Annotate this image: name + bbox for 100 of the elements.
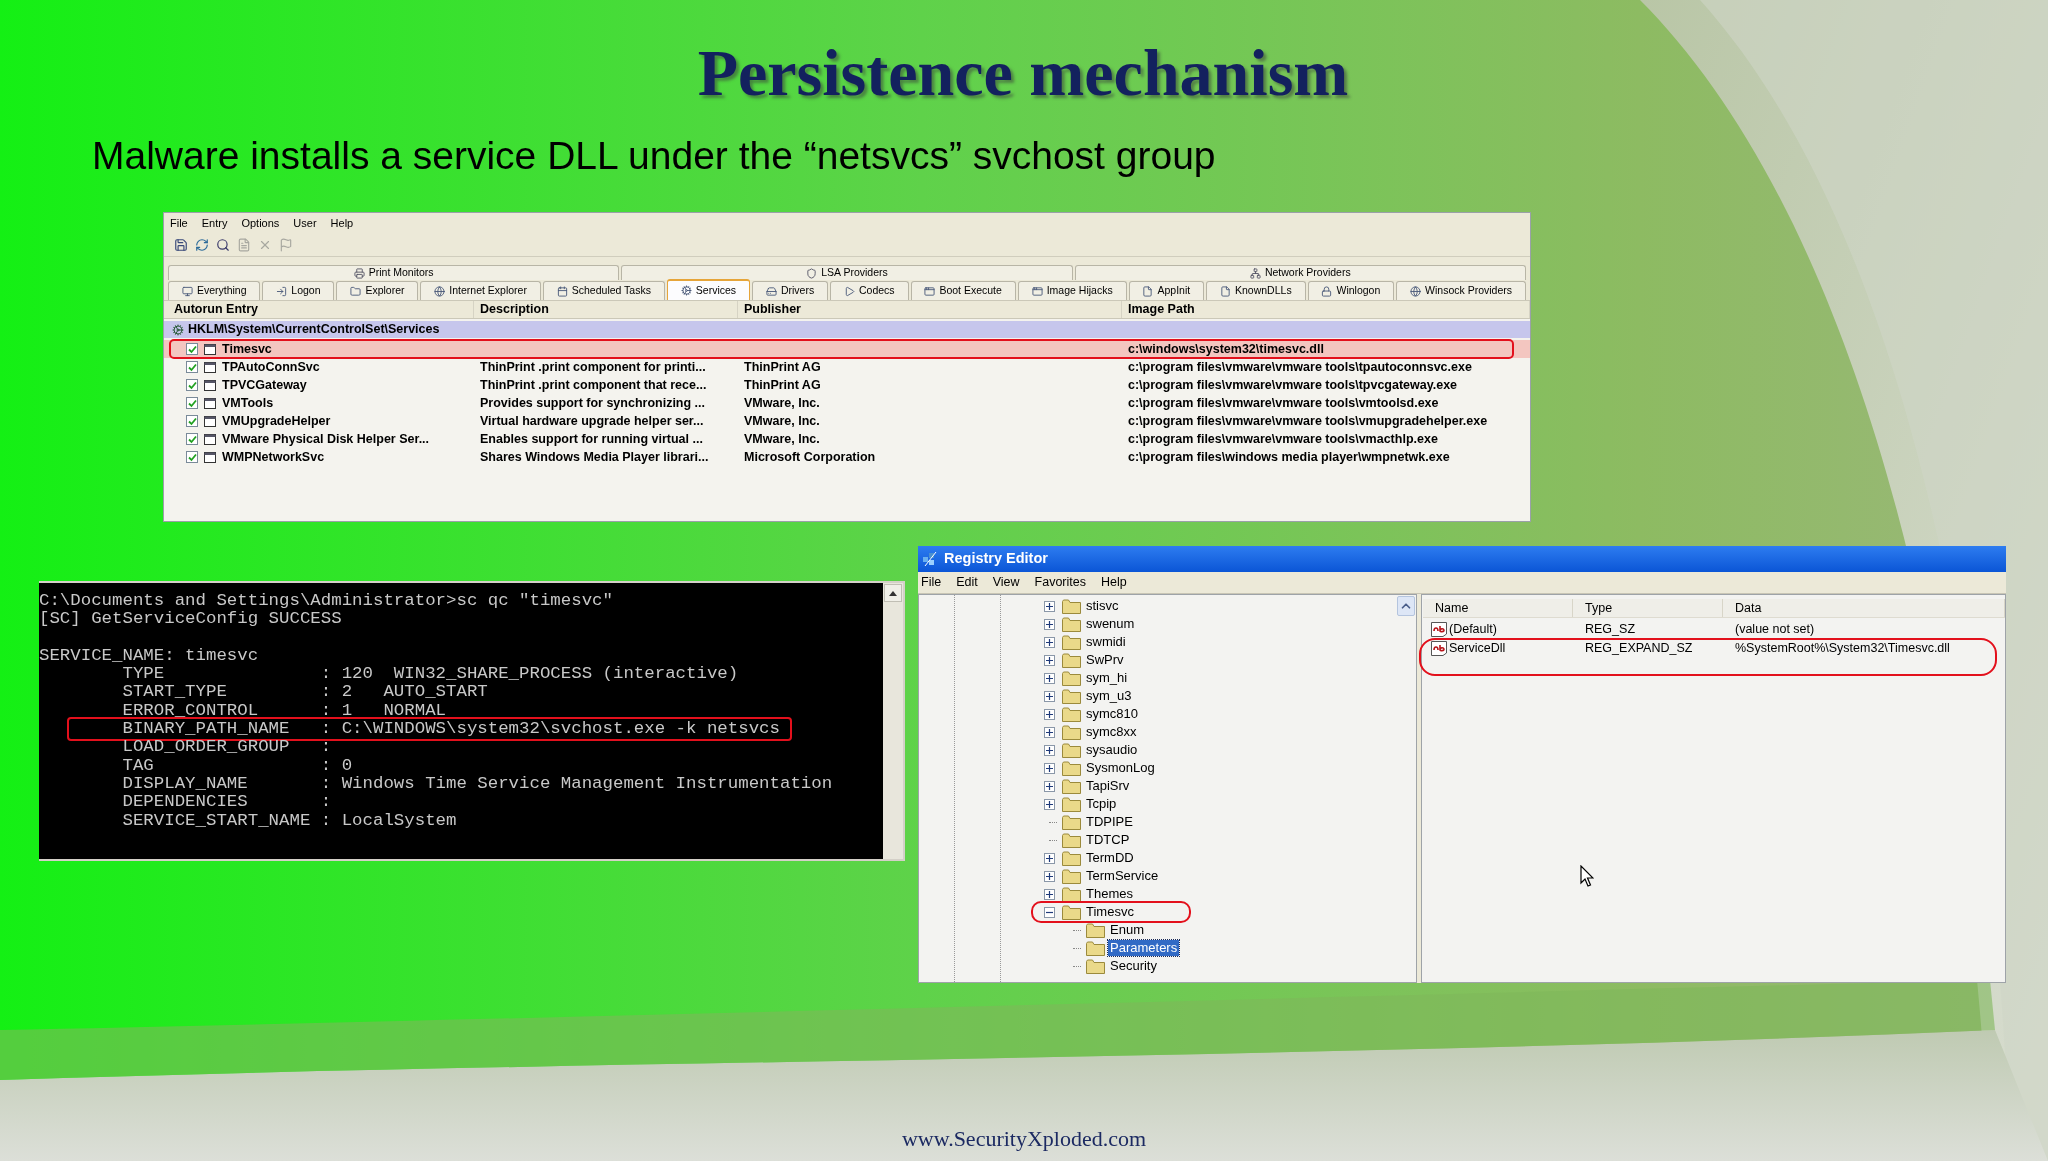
folder-icon [350,285,362,297]
checkbox[interactable] [186,397,198,409]
checkbox[interactable] [186,415,198,427]
column-header[interactable]: Publisher [738,301,1122,318]
folder-icon [1062,904,1081,920]
folder-icon [1062,724,1081,740]
table-row[interactable]: WMPNetworkSvc Shares Windows Media Player librari... Microsoft Corporation c:\program files\windows media player\wmpnetwk.exe [164,448,1530,466]
gear-icon [680,285,692,296]
expand-box[interactable] [1043,636,1055,648]
expand-box[interactable] [1043,618,1055,630]
expand-box[interactable] [1043,690,1055,702]
tree-item[interactable]: TapiSrv [1084,778,1132,794]
tree-item[interactable]: Parameters [1108,940,1180,956]
menu-item[interactable]: Help [1101,573,1127,592]
tab[interactable]: Scheduled Tasks [542,281,665,300]
expand-box[interactable] [1043,798,1055,810]
column-header[interactable]: Data [1723,599,2005,617]
group-row[interactable]: HKLM\System\CurrentControlSet\Services [164,321,1530,338]
tab[interactable]: Logon [262,281,335,300]
tab[interactable]: AppInit [1128,281,1205,300]
search-icon[interactable] [216,237,230,252]
tab[interactable]: Winlogon [1307,281,1395,300]
tab[interactable]: Drivers [752,281,829,300]
tab[interactable]: Image Hijacks [1017,281,1127,300]
menu-item[interactable]: View [992,573,1020,592]
tree-item[interactable]: sysaudio [1084,742,1140,758]
expand-box[interactable] [1043,672,1055,684]
refresh-icon[interactable] [195,237,209,252]
tree-item[interactable]: TermService [1084,868,1161,884]
entry-cell-text: Timesvc [222,340,272,358]
menu-item[interactable]: User [293,214,317,232]
expand-box[interactable] [1043,762,1055,774]
tab[interactable]: KnownDLLs [1206,281,1306,300]
tree-item[interactable]: SwPrv [1084,652,1126,668]
expand-box[interactable] [1043,870,1055,882]
tab[interactable]: Boot Execute [910,281,1016,300]
tree-item[interactable]: sym_hi [1084,670,1130,686]
table-row[interactable]: VMUpgradeHelper Virtual hardware upgrade helper ser... VMware, Inc. c:\program files\vmware\vmware tools\vmupgradehelper.exe [164,412,1530,430]
tab-group-header[interactable]: Network Providers [1074,265,1526,280]
menu-item[interactable]: Options [241,214,280,232]
collapse-box[interactable] [1043,906,1055,918]
column-header[interactable]: Autorun Entry [164,301,474,318]
column-header[interactable]: Description [474,301,738,318]
menu-item[interactable]: Entry [201,214,228,232]
tree-item[interactable]: swenum [1084,616,1137,632]
tree-item[interactable]: TermDD [1084,850,1136,866]
expand-box[interactable] [1043,600,1055,612]
table-row[interactable]: VMTools Provides support for synchronizing ... VMware, Inc. c:\program files\vmware\vmware tools\vmtoolsd.exe [164,394,1530,412]
tree-item[interactable]: stisvc [1084,598,1121,614]
expand-box[interactable] [1043,708,1055,720]
expand-box[interactable] [1043,780,1055,792]
menu-item[interactable]: Favorites [1034,573,1086,592]
tree-item[interactable]: TDTCP [1084,832,1132,848]
scrollbar[interactable] [883,583,903,859]
expand-box[interactable] [1043,852,1055,864]
menu-item[interactable]: File [170,214,188,232]
tab[interactable]: Explorer [336,281,419,300]
tree-item[interactable]: symc810 [1084,706,1141,722]
checkbox[interactable] [186,361,198,373]
menu-item[interactable]: File [921,573,942,592]
tree-item[interactable]: swmidi [1084,634,1128,650]
menu-item[interactable]: Help [330,214,354,232]
menu-item[interactable]: Edit [956,573,978,592]
column-header[interactable]: Type [1573,599,1723,617]
column-header[interactable]: Image Path [1122,301,1530,318]
tree-item[interactable]: TDPIPE [1084,814,1135,830]
window-icon [204,397,216,409]
scroll-up-icon[interactable] [889,590,897,596]
checkbox[interactable] [186,433,198,445]
tree-item[interactable]: Timesvc [1084,904,1136,920]
tree-item[interactable]: sym_u3 [1084,688,1134,704]
image-path-cell-text: c:\program files\vmware\vmware tools\tpautoconnsvc.exe [1127,358,1473,376]
tab[interactable]: Services [666,279,750,300]
table-row[interactable]: TPAutoConnSvc ThinPrint .print component for printi... ThinPrint AG c:\program files\vmware\vmware tools\tpautoconnsvc.exe [164,358,1530,376]
tree-item[interactable]: Security [1108,958,1159,974]
checkbox[interactable] [186,379,198,391]
expand-box[interactable] [1043,744,1055,756]
folder-icon [1062,670,1081,686]
tree-item[interactable]: Themes [1084,886,1135,902]
expand-box[interactable] [1043,888,1055,900]
tab-group-header[interactable]: LSA Providers [621,265,1073,280]
tab[interactable]: Winsock Providers [1396,281,1526,300]
column-header[interactable]: Name [1423,599,1573,617]
checkbox[interactable] [186,451,198,463]
table-row[interactable]: Timesvc c:\windows\system32\timesvc.dll [164,340,1530,358]
table-row[interactable]: VMware Physical Disk Helper Ser... Enables support for running virtual ... VMware, Inc. c:\program files\vmware\vmware tools\vmacthlp.exe [164,430,1530,448]
tab[interactable]: Internet Explorer [420,281,541,300]
tree-item[interactable]: Enum [1108,922,1146,938]
tab[interactable]: Codecs [830,281,909,300]
table-row[interactable]: TPVCGateway ThinPrint .print component that rece... ThinPrint AG c:\program files\vmware\vmware tools\tpvcgateway.exe [164,376,1530,394]
save-icon[interactable] [174,237,188,252]
expand-box[interactable] [1043,654,1055,666]
tree-item[interactable]: SysmonLog [1084,760,1157,776]
tab[interactable]: Everything [168,281,261,300]
description-cell-text: Provides support for synchronizing ... [479,394,707,412]
expand-box[interactable] [1043,726,1055,738]
tab-group-header[interactable]: Print Monitors [168,265,620,280]
tree-item[interactable]: Tcpip [1084,796,1119,812]
tree-item[interactable]: symc8xx [1084,724,1139,740]
checkbox[interactable] [186,343,198,355]
